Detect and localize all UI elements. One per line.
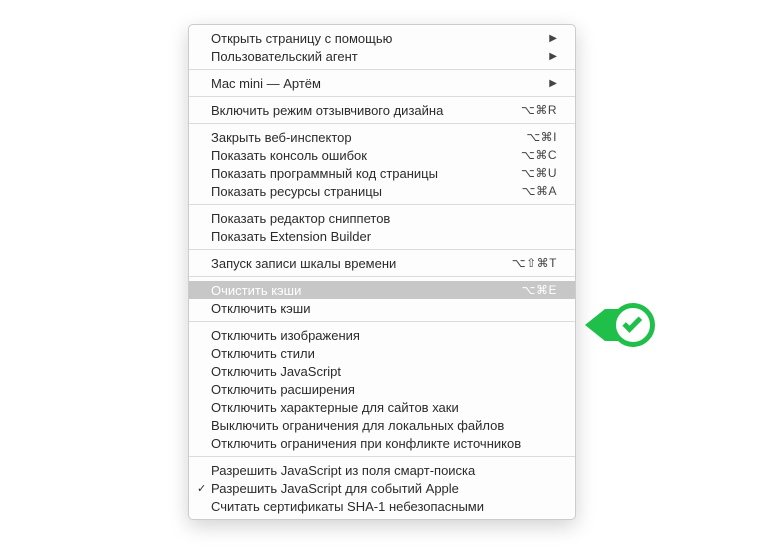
menu-item[interactable]: Закрыть веб-инспектор⌥⌘I: [189, 128, 575, 146]
menu-item-label: Запуск записи шкалы времени: [211, 256, 512, 271]
menu-item[interactable]: Mac mini — Артём▶: [189, 74, 575, 92]
menu-item-shortcut: ⌥⌘E: [522, 283, 557, 297]
menu-item[interactable]: Пользовательский агент▶: [189, 47, 575, 65]
menu-item-label: Отключить ограничения при конфликте исто…: [211, 436, 557, 451]
menu-item-label: Отключить JavaScript: [211, 364, 557, 379]
menu-item[interactable]: Выключить ограничения для локальных файл…: [189, 416, 575, 434]
menu-item[interactable]: Открыть страницу с помощью▶: [189, 29, 575, 47]
menu-separator: [189, 456, 575, 457]
menu-item[interactable]: Отключить ограничения при конфликте исто…: [189, 434, 575, 452]
menu-item-label: Пользовательский агент: [211, 49, 549, 64]
menu-item-label: Показать редактор сниппетов: [211, 211, 557, 226]
develop-context-menu: Открыть страницу с помощью▶Пользовательс…: [188, 24, 576, 520]
menu-item-label: Показать Extension Builder: [211, 229, 557, 244]
menu-item[interactable]: ✓ Разрешить JavaScript для событий Apple: [189, 479, 575, 497]
menu-item-label: Считать сертификаты SHA-1 небезопасными: [211, 499, 557, 514]
menu-item-label: Показать ресурсы страницы: [211, 184, 522, 199]
chevron-right-icon: ▶: [549, 78, 557, 89]
menu-item-shortcut: ⌥⌘U: [521, 166, 557, 180]
menu-item[interactable]: Отключить стили: [189, 344, 575, 362]
menu-item[interactable]: Показать программный код страницы⌥⌘U: [189, 164, 575, 182]
menu-item-label: Mac mini — Артём: [211, 76, 549, 91]
menu-item-label: Закрыть веб-инспектор: [211, 130, 526, 145]
menu-item-label: Отключить изображения: [211, 328, 557, 343]
menu-item-label: Показать консоль ошибок: [211, 148, 521, 163]
menu-item[interactable]: Отключить JavaScript: [189, 362, 575, 380]
menu-item-shortcut: ⌥⌘R: [521, 103, 557, 117]
menu-item-label: Включить режим отзывчивого дизайна: [211, 103, 521, 118]
menu-separator: [189, 249, 575, 250]
menu-separator: [189, 321, 575, 322]
menu-item[interactable]: Включить режим отзывчивого дизайна⌥⌘R: [189, 101, 575, 119]
callout-badge: [585, 299, 655, 351]
menu-item-label: Отключить расширения: [211, 382, 557, 397]
menu-item[interactable]: Отключить расширения: [189, 380, 575, 398]
menu-item-label: Отключить кэши: [211, 301, 557, 316]
menu-separator: [189, 276, 575, 277]
menu-item-label: Показать программный код страницы: [211, 166, 521, 181]
menu-item[interactable]: Считать сертификаты SHA-1 небезопасными: [189, 497, 575, 515]
menu-item[interactable]: Отключить характерные для сайтов хаки: [189, 398, 575, 416]
checkmark-icon: [622, 313, 642, 333]
menu-item-label: Выключить ограничения для локальных файл…: [211, 418, 557, 433]
menu-item-label: Разрешить JavaScript для событий Apple: [211, 481, 557, 496]
menu-item-label: Открыть страницу с помощью: [211, 31, 549, 46]
menu-item[interactable]: Запуск записи шкалы времени⌥⇧⌘T: [189, 254, 575, 272]
checkmark-icon: ✓: [197, 482, 206, 495]
menu-item[interactable]: Показать Extension Builder: [189, 227, 575, 245]
menu-item-label: Отключить характерные для сайтов хаки: [211, 400, 557, 415]
menu-item[interactable]: Показать редактор сниппетов: [189, 209, 575, 227]
chevron-right-icon: ▶: [549, 33, 557, 44]
menu-item-shortcut: ⌥⌘I: [526, 130, 557, 144]
menu-item[interactable]: Отключить кэши: [189, 299, 575, 317]
menu-item[interactable]: Показать консоль ошибок⌥⌘C: [189, 146, 575, 164]
menu-separator: [189, 204, 575, 205]
chevron-right-icon: ▶: [549, 51, 557, 62]
menu-separator: [189, 96, 575, 97]
menu-item-label: Отключить стили: [211, 346, 557, 361]
menu-item-label: Очистить кэши: [211, 283, 522, 298]
menu-item[interactable]: Отключить изображения: [189, 326, 575, 344]
menu-separator: [189, 69, 575, 70]
menu-item[interactable]: Разрешить JavaScript из поля смарт-поиск…: [189, 461, 575, 479]
menu-item-shortcut: ⌥⌘C: [521, 148, 557, 162]
badge-arrow-icon: [585, 309, 605, 341]
badge-circle: [611, 303, 655, 347]
menu-item-label: Разрешить JavaScript из поля смарт-поиск…: [211, 463, 557, 478]
menu-item-shortcut: ⌥⌘A: [522, 184, 557, 198]
menu-item-shortcut: ⌥⇧⌘T: [512, 256, 557, 270]
menu-separator: [189, 123, 575, 124]
menu-item[interactable]: Очистить кэши⌥⌘E: [189, 281, 575, 299]
menu-item[interactable]: Показать ресурсы страницы⌥⌘A: [189, 182, 575, 200]
